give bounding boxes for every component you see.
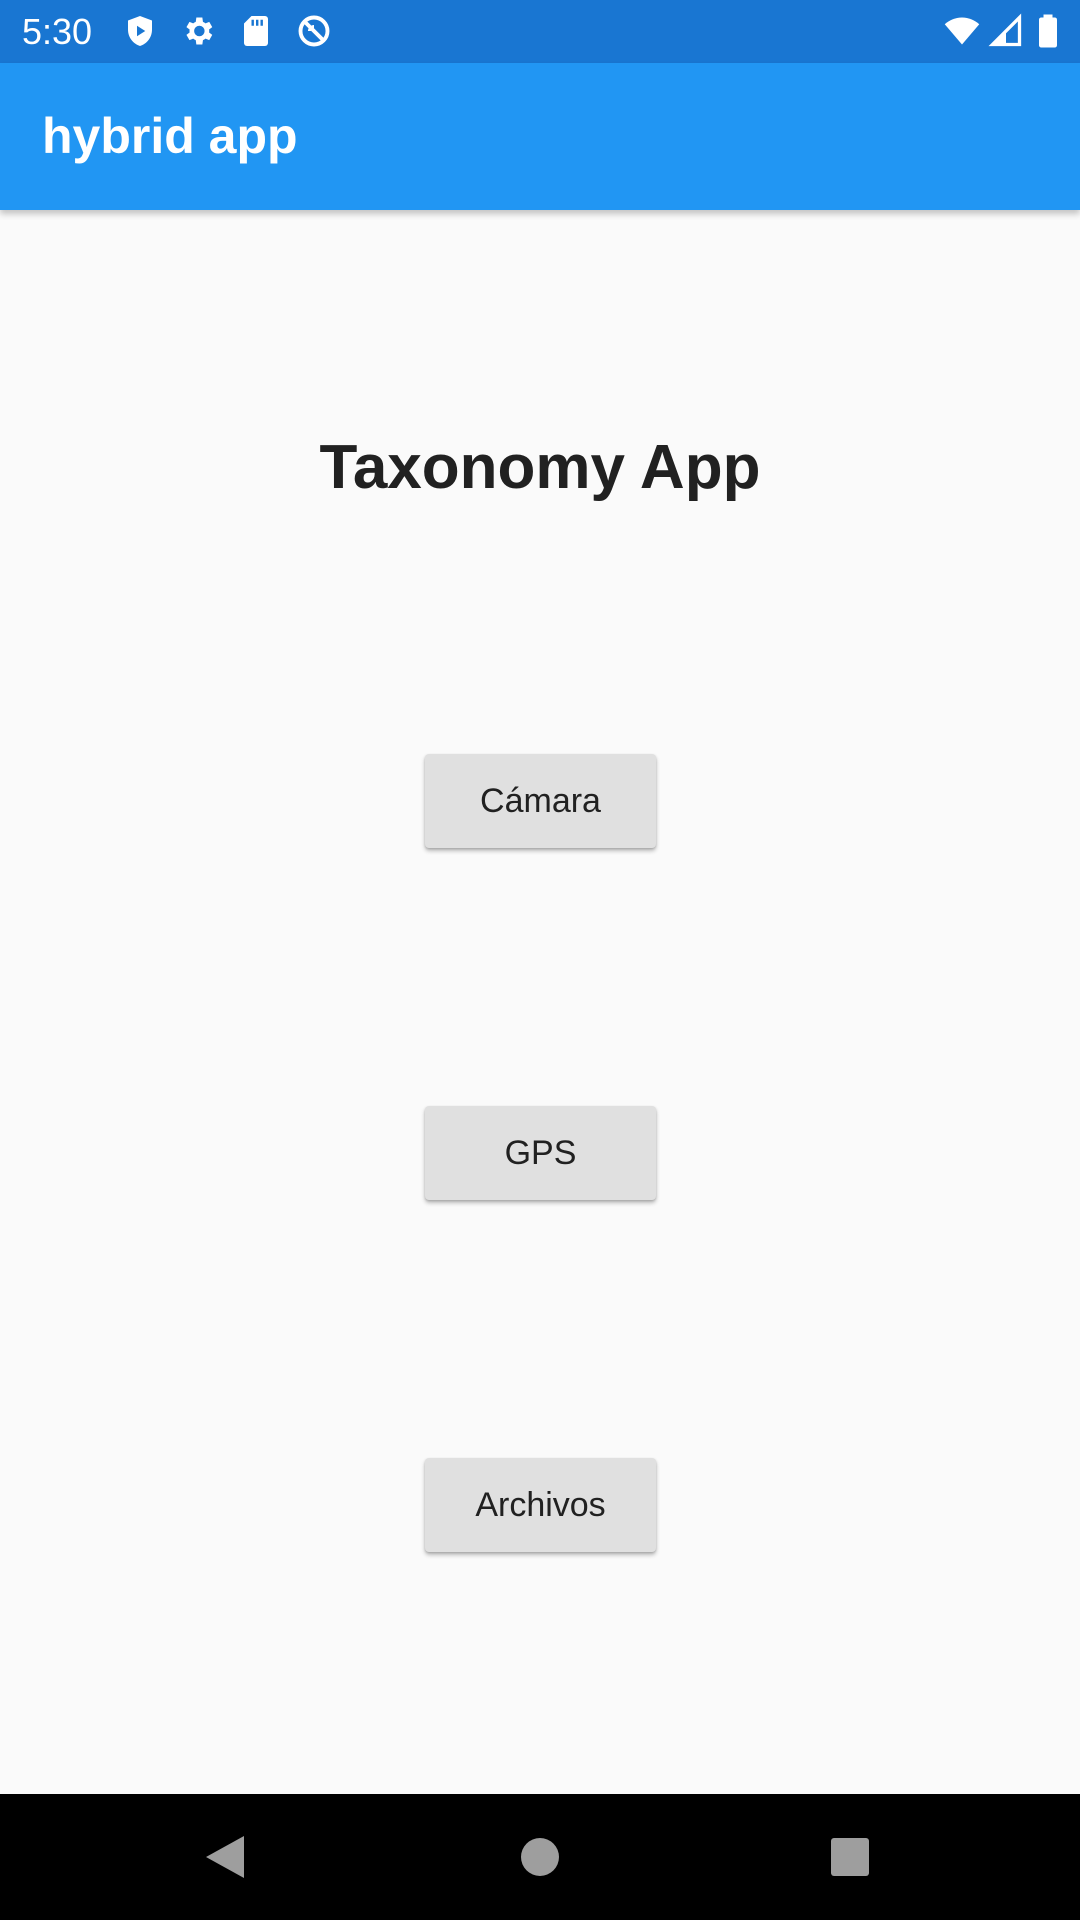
wifi-icon xyxy=(944,13,980,49)
files-button[interactable]: Archivos xyxy=(425,1458,656,1552)
status-time: 5:30 xyxy=(22,11,93,52)
page-title: Taxonomy App xyxy=(319,433,761,502)
app-bar: hybrid app xyxy=(0,63,1080,210)
navigation-bar xyxy=(0,1794,1080,1920)
status-bar: 5:30 xyxy=(0,0,1080,63)
no-sign-icon xyxy=(296,13,332,49)
app-bar-title: hybrid app xyxy=(42,108,298,164)
home-icon[interactable] xyxy=(505,1822,575,1892)
camera-button[interactable]: Cámara xyxy=(425,754,656,848)
cell-signal-icon xyxy=(988,13,1024,49)
screen: 5:30 hybrid app Taxonomy App Cámara GPS … xyxy=(0,0,1080,1920)
back-icon[interactable] xyxy=(190,1822,260,1892)
gear-icon xyxy=(180,13,216,49)
gps-button[interactable]: GPS xyxy=(425,1106,656,1200)
recents-icon[interactable] xyxy=(815,1822,885,1892)
shield-play-icon xyxy=(122,13,158,49)
sd-card-icon xyxy=(238,13,274,49)
battery-icon xyxy=(1030,13,1066,49)
